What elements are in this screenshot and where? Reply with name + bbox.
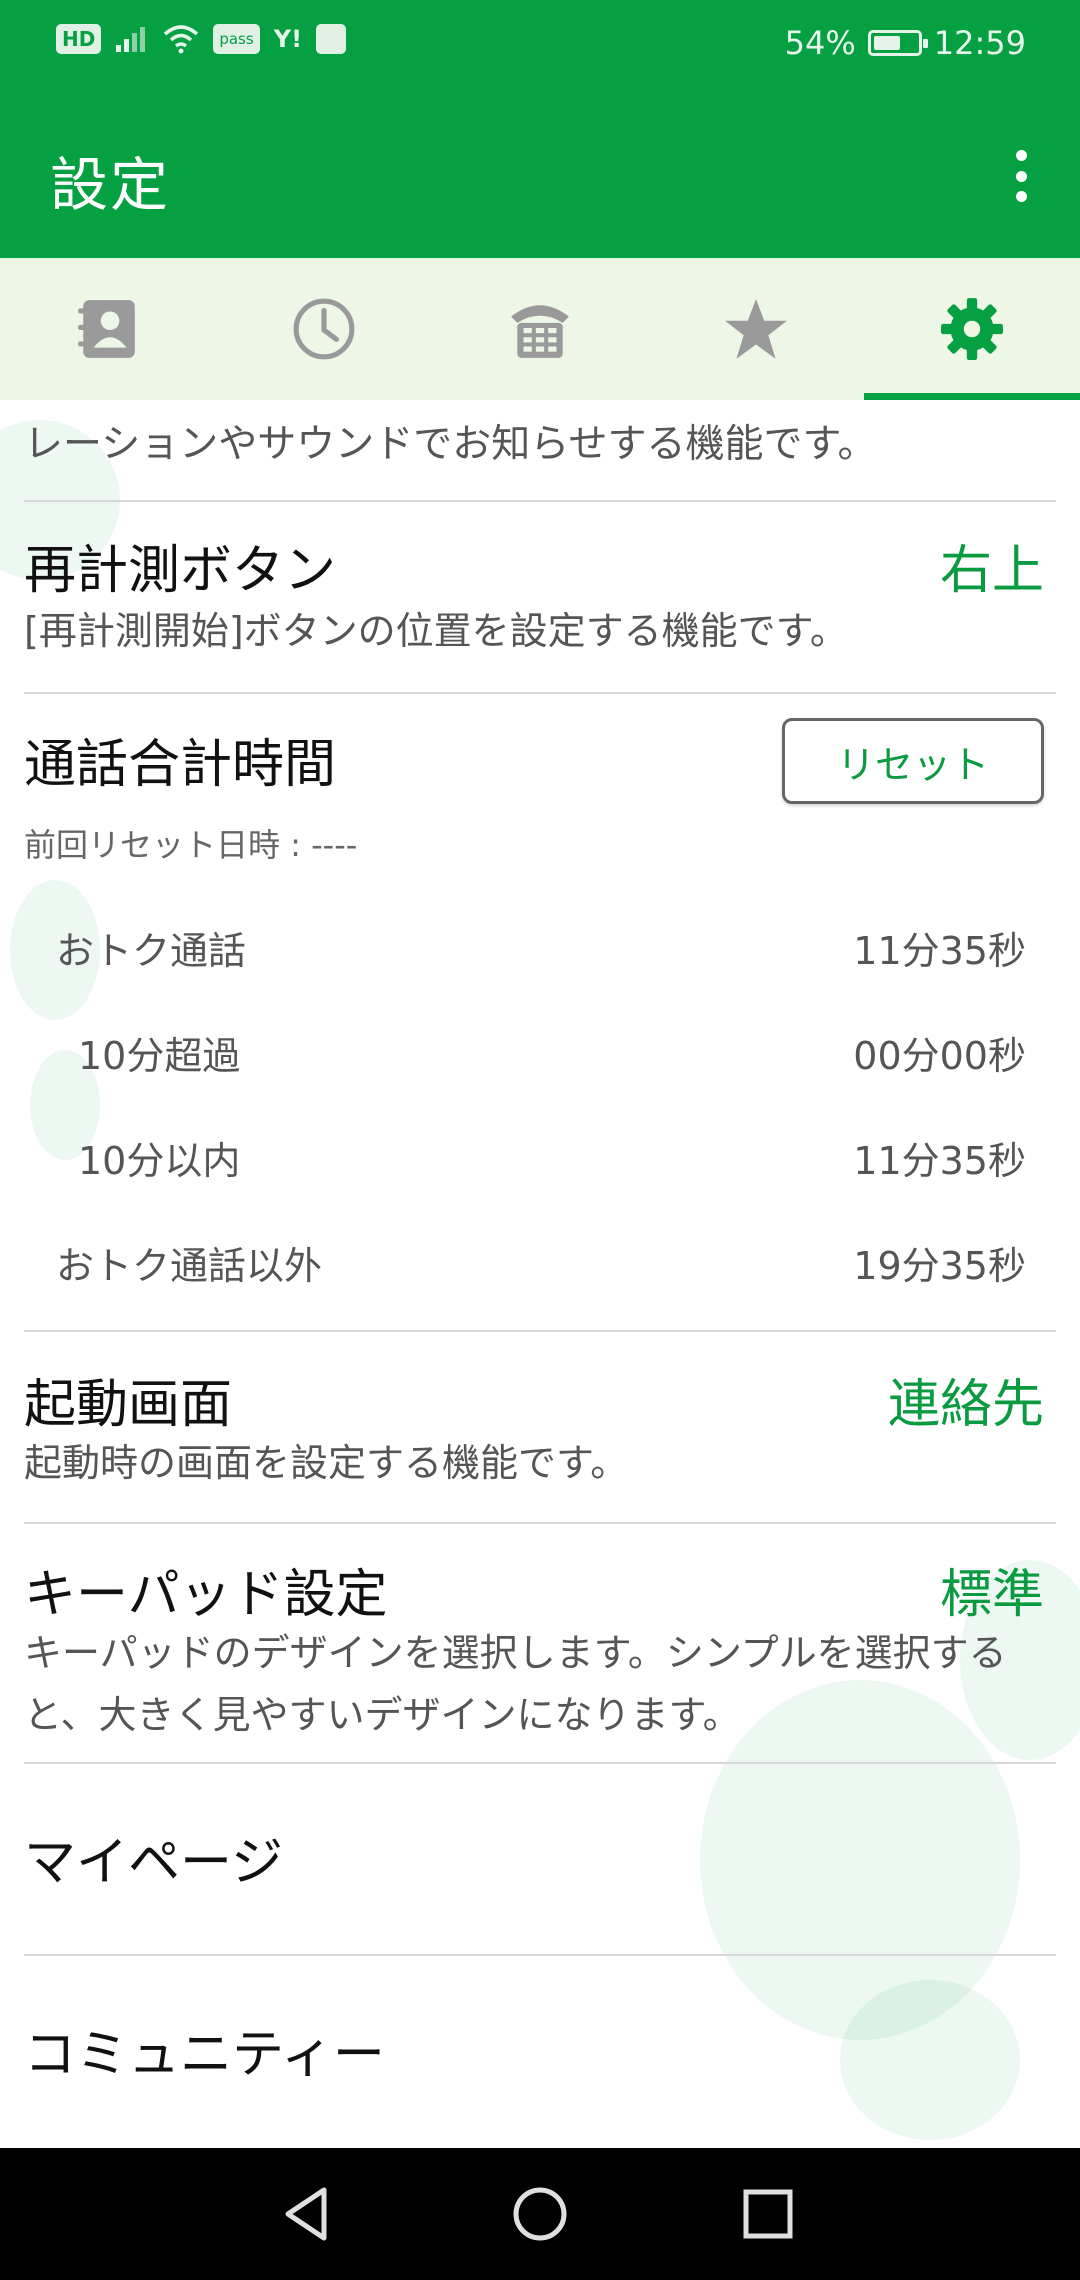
divider [24,1762,1056,1764]
stat-value: 11分35秒 [853,929,1026,973]
divider [24,1954,1056,1956]
stat-label: おトク通話 [56,929,247,973]
divider [24,1330,1056,1332]
setting-value: 連絡先 [887,1375,1044,1435]
app-bar: 設定 [0,92,1080,258]
system-nav-bar [0,2148,1080,2280]
divider [24,692,1056,694]
settings-list: レーションやサウンドでお知らせする機能です。 再計測ボタン 右上 [再計測開始]… [0,400,1080,2148]
tab-settings[interactable] [864,258,1080,400]
setting-description: キーパッドのデザインを選択します。シンプルを選択すると、大きく見やすいデザインに… [24,1631,1007,1737]
reset-button[interactable]: リセット [782,718,1044,804]
yahoo-icon: Y! [273,25,303,53]
status-icons-left: HD pass Y! [56,24,347,54]
background-decoration [840,1980,1020,2140]
signal-icon [116,27,146,52]
recents-button[interactable] [730,2176,806,2252]
setting-value: 右上 [939,541,1044,601]
star-icon [725,299,787,359]
previous-setting-description-tail: レーションやサウンドでお知らせする機能です。 [24,422,877,467]
battery-icon [867,30,928,56]
setting-description: [再計測開始]ボタンの位置を設定する機能です。 [24,609,848,653]
overflow-menu-icon[interactable] [1006,150,1036,202]
previous-setting-description: レーションやサウンドでお知らせする機能です。 [24,400,1054,476]
keypad-phone-icon [511,305,569,358]
home-icon [513,2187,567,2241]
setting-my-page[interactable]: マイページ [24,1820,283,1895]
clock-time: 12:59 [933,24,1026,62]
status-bar: HD pass Y! 54% 12:59 [0,0,1080,92]
wifi-icon [164,25,199,54]
divider [24,1522,1056,1524]
contacts-icon [78,300,135,358]
stat-label: 10分以内 [78,1139,241,1183]
back-icon [285,2187,327,2241]
tab-history[interactable] [216,258,432,400]
stat-value: 00分00秒 [853,1034,1026,1078]
setting-title: 起動画面 [24,1375,233,1435]
tab-bar [0,258,1080,400]
back-button[interactable] [270,2176,346,2252]
history-clock-icon [293,298,355,360]
home-button[interactable] [502,2176,578,2252]
setting-description: 起動時の画面を設定する機能です。 [24,1441,629,1485]
stat-value: 19分35秒 [853,1244,1026,1288]
divider [24,500,1056,502]
page-title: 設定 [50,151,171,219]
battery-percent: 54% [784,24,856,62]
battery-level-fill [873,36,900,50]
hd-badge: HD [56,24,102,54]
stat-label: おトク通話以外 [56,1244,323,1288]
auction-icon [316,24,347,54]
setting-title: 再計測ボタン [24,541,337,601]
setting-value: 標準 [939,1565,1044,1625]
last-reset-date: 前回リセット日時 : ---- [24,826,358,864]
setting-title: 通話合計時間 [24,735,337,795]
tab-favorites[interactable] [648,258,864,400]
recents-icon [743,2189,793,2239]
setting-title: キーパッド設定 [24,1565,388,1625]
setting-community[interactable]: コミュニティー [24,2012,385,2087]
stat-value: 11分35秒 [853,1139,1026,1183]
tab-contacts[interactable] [0,258,216,400]
tab-keypad[interactable] [432,258,648,400]
stat-label: 10分超過 [78,1034,241,1078]
status-icons-right: 54% 12:59 [785,24,1026,62]
gear-icon [941,298,1003,360]
pass-icon: pass [213,24,260,54]
